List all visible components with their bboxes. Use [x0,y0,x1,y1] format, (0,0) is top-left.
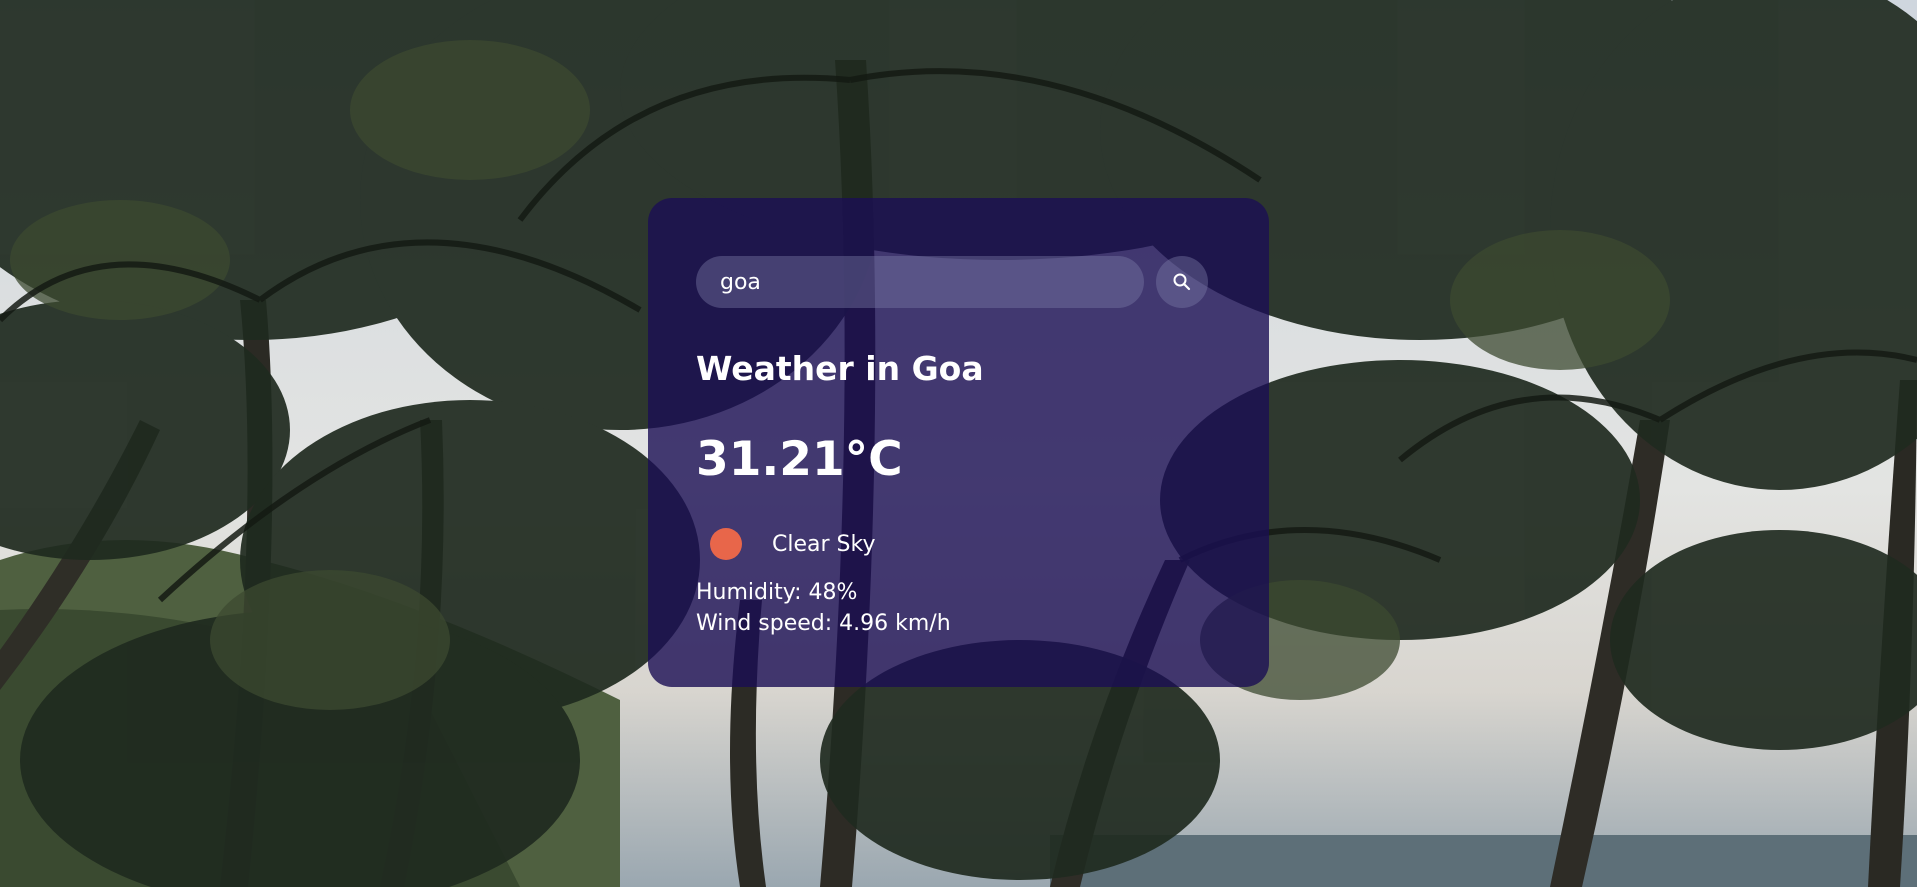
search-button[interactable] [1156,256,1208,308]
city-title: Weather in Goa [696,349,984,388]
humidity-text: Humidity: 48% [696,580,858,605]
condition-label: Clear Sky [772,531,876,557]
wind-speed-text: Wind speed: 4.96 km/h [696,611,951,636]
sun-icon [710,528,742,560]
weather-condition: Clear Sky [710,527,875,561]
search-icon [1173,273,1191,291]
search-bar [696,256,1256,308]
search-input[interactable] [696,256,1144,308]
temperature-value: 31.21°C [696,432,903,487]
